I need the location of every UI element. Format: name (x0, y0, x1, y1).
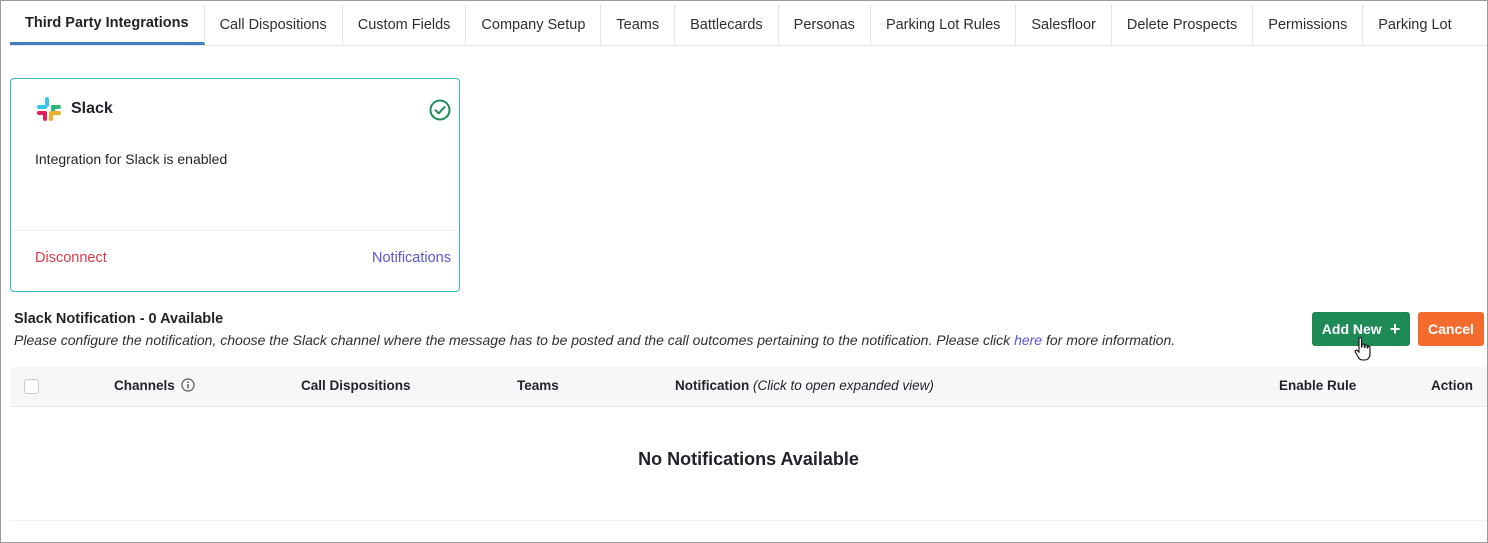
table-header: Channels Call Dispositions Teams Notific… (10, 367, 1487, 407)
tab-company-setup[interactable]: Company Setup (466, 4, 602, 45)
card-description: Integration for Slack is enabled (35, 151, 228, 167)
check-circle-icon (429, 99, 451, 121)
tab-parking-lot-rules[interactable]: Parking Lot Rules (871, 4, 1017, 45)
help-link[interactable]: here (1014, 332, 1042, 348)
tab-third-party-integrations[interactable]: Third Party Integrations (10, 4, 205, 45)
select-all-checkbox[interactable] (24, 379, 39, 394)
column-notification: Notification (Click to open expanded vie… (675, 378, 934, 393)
column-channels-label: Channels (114, 378, 175, 393)
disconnect-link[interactable]: Disconnect (35, 250, 107, 266)
tab-custom-fields[interactable]: Custom Fields (343, 4, 467, 45)
section-description: Please configure the notification, choos… (14, 332, 1175, 348)
plus-icon: + (1389, 319, 1401, 339)
slack-logo-icon (37, 97, 61, 121)
description-text: Please configure the notification, choos… (14, 332, 1015, 348)
card-title: Slack (71, 100, 113, 117)
column-action: Action (1431, 378, 1473, 393)
settings-tabs: Third Party Integrations Call Dispositio… (10, 4, 1487, 46)
tab-call-dispositions[interactable]: Call Dispositions (205, 4, 343, 45)
column-notification-label: Notification (675, 378, 750, 393)
tab-delete-prospects[interactable]: Delete Prospects (1112, 4, 1254, 45)
column-enable-rule: Enable Rule (1279, 378, 1357, 393)
column-teams: Teams (517, 378, 559, 393)
description-text-end: for more information. (1042, 332, 1176, 348)
tab-salesfloor[interactable]: Salesfloor (1016, 4, 1112, 45)
tab-personas[interactable]: Personas (779, 4, 871, 45)
tab-battlecards[interactable]: Battlecards (675, 4, 779, 45)
tab-parking-lot[interactable]: Parking Lot (1363, 4, 1466, 45)
cancel-button[interactable]: Cancel (1418, 312, 1484, 346)
card-header: Slack (35, 95, 113, 123)
tab-teams[interactable]: Teams (601, 4, 676, 45)
tab-permissions[interactable]: Permissions (1253, 4, 1364, 45)
add-new-label: Add New (1321, 321, 1382, 337)
column-notification-hint: (Click to open expanded view) (753, 378, 934, 393)
app-frame: Third Party Integrations Call Dispositio… (0, 0, 1488, 543)
slack-integration-card: Slack Integration for Slack is enabled D… (10, 78, 460, 292)
empty-state-message: No Notifications Available (638, 449, 859, 469)
notifications-link[interactable]: Notifications (372, 250, 451, 266)
table-bottom-divider (10, 520, 1487, 521)
info-icon[interactable] (181, 378, 195, 392)
hand-pointer-cursor-icon (1354, 336, 1371, 361)
section-title: Slack Notification - 0 Available (14, 311, 224, 327)
column-channels: Channels (114, 378, 195, 393)
card-divider (11, 230, 459, 231)
column-call-dispositions: Call Dispositions (301, 378, 411, 393)
